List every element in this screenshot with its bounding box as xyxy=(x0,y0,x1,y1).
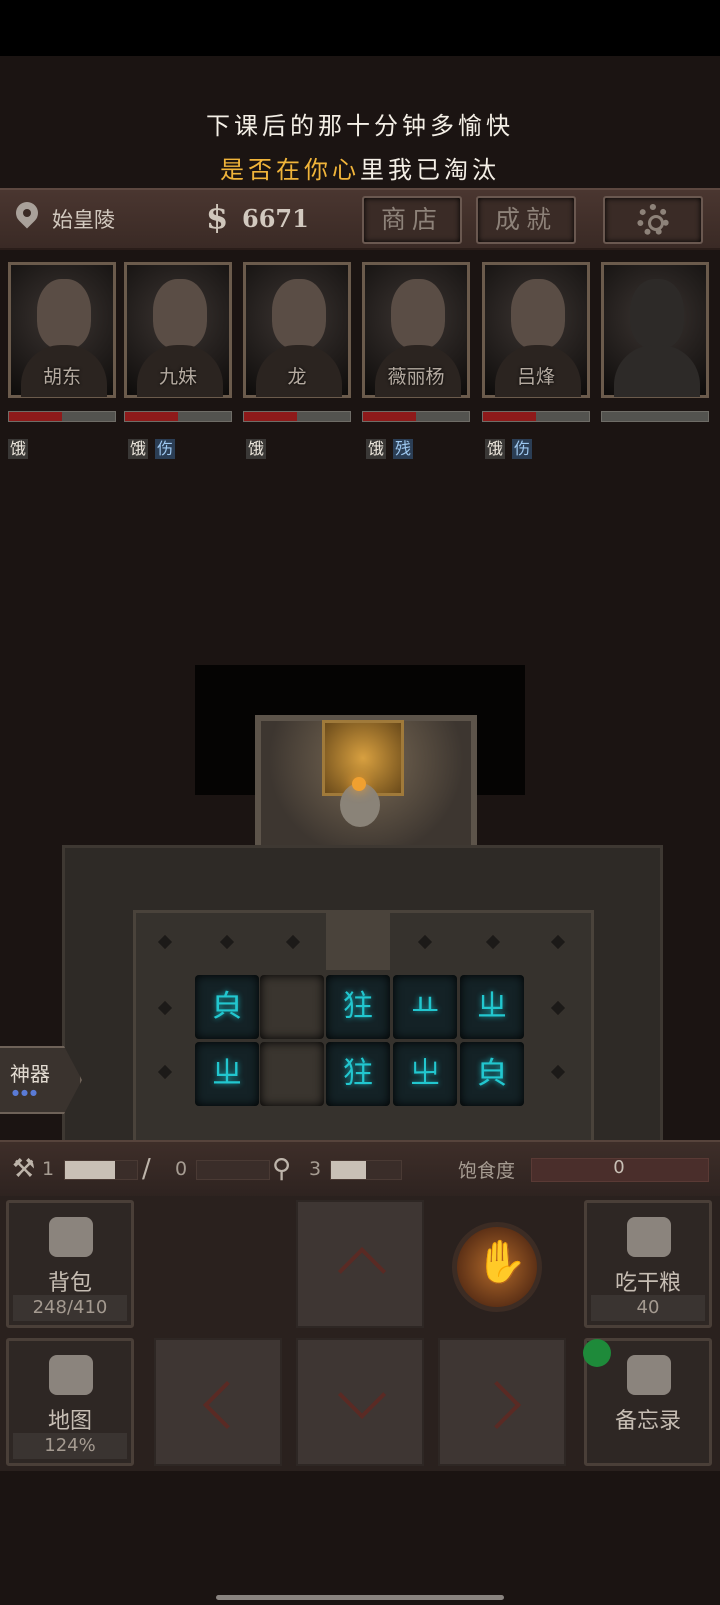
health-bar xyxy=(8,411,116,422)
party-member-3[interactable]: 龙 xyxy=(243,262,351,398)
shovel-bar xyxy=(330,1160,402,1180)
status-badge-hungry: 饿 xyxy=(8,439,29,459)
health-bar xyxy=(482,411,590,422)
shop-button[interactable]: 商店 xyxy=(362,196,462,244)
rune-tile[interactable]: ㄓ xyxy=(460,975,524,1039)
lyric-line-2: 是否在你心里我已淘汰 xyxy=(0,148,720,192)
party-member-5[interactable]: 吕烽 xyxy=(482,262,590,398)
backpack-count: 248/410 xyxy=(13,1295,127,1321)
health-bar xyxy=(601,411,709,422)
torch-count: 1 xyxy=(42,1158,55,1180)
health-fill xyxy=(363,412,416,421)
ration-count: 40 xyxy=(591,1295,705,1321)
party-member-name: 薇丽杨 xyxy=(387,366,445,388)
status-badge-disabled: 残 xyxy=(393,439,414,459)
achievements-button[interactable]: 成就 xyxy=(476,196,576,244)
empty-tile xyxy=(260,975,324,1039)
health-fill xyxy=(125,412,178,421)
status-badge-hungry: 饿 xyxy=(128,439,149,459)
party-member-name: 吕烽 xyxy=(516,366,555,388)
currency-icon: $ xyxy=(206,198,229,236)
dungeon-view: 㒵 㹥 ㅛ ㄓ ㄓ 㹥 㞢 㒵 xyxy=(0,665,720,1146)
arrow-down-icon xyxy=(337,1370,387,1420)
shovel-icon: ⚲ xyxy=(272,1154,292,1184)
health-bar xyxy=(243,411,351,422)
status-badge-hungry: 饿 xyxy=(246,439,267,459)
money-amount: 6671 xyxy=(242,204,309,233)
location-name: 始皇陵 xyxy=(52,208,115,232)
resource-bar: ⚒ 1 ∕ 0 ⚲ 3 饱食度 0 xyxy=(0,1140,720,1200)
party-member-2[interactable]: 九妹 xyxy=(124,262,232,398)
artifact-label: 神器 xyxy=(10,1062,50,1086)
memo-book-icon xyxy=(627,1355,671,1395)
party-member-empty xyxy=(601,262,709,398)
lyrics-overlay: 下课后的那十分钟多愉快 是否在你心里我已淘汰 xyxy=(0,104,720,192)
ration-bag-icon xyxy=(627,1217,671,1257)
backpack-icon xyxy=(49,1217,93,1257)
cracked-tile[interactable] xyxy=(326,910,390,970)
move-left-button[interactable] xyxy=(154,1338,282,1466)
torch-flame-icon xyxy=(352,777,366,791)
map-button[interactable]: 地图 124% xyxy=(6,1338,134,1466)
location-pin-icon xyxy=(11,197,43,229)
lyric-line-2-highlight: 是否在你心 xyxy=(220,156,360,184)
lyric-line-2-rest: 里我已淘汰 xyxy=(360,156,500,184)
health-bar xyxy=(124,411,232,422)
party-member-4[interactable]: 薇丽杨 xyxy=(362,262,470,398)
artifact-charges: ●●● xyxy=(12,1088,39,1097)
move-down-button[interactable] xyxy=(296,1338,424,1466)
backpack-button[interactable]: 背包 248/410 xyxy=(6,1200,134,1328)
notification-dot xyxy=(583,1339,611,1367)
game-status-bar: 始皇陵 $ 6671 商店 成就 xyxy=(0,188,720,250)
move-up-button[interactable] xyxy=(296,1200,424,1328)
satiety-value: 0 xyxy=(613,1157,625,1178)
rune-tile[interactable]: 㹥 xyxy=(326,1042,390,1106)
torch-icon: ⚒ xyxy=(12,1154,36,1184)
status-bar-top xyxy=(0,0,720,56)
map-icon xyxy=(49,1355,93,1395)
shovel-count: 3 xyxy=(309,1158,322,1180)
move-right-button[interactable] xyxy=(438,1338,566,1466)
rune-tile[interactable]: ㅛ xyxy=(393,975,457,1039)
party-member-name: 九妹 xyxy=(158,366,197,388)
settings-button[interactable] xyxy=(603,196,703,244)
status-badge-injured: 伤 xyxy=(155,439,176,459)
party-member-1[interactable]: 胡东 xyxy=(8,262,116,398)
bottom-area xyxy=(0,1471,720,1605)
rune-tile[interactable]: 㹥 xyxy=(326,975,390,1039)
health-fill xyxy=(244,412,297,421)
torch-bar xyxy=(64,1160,138,1180)
health-fill xyxy=(9,412,62,421)
map-label: 地图 xyxy=(47,1409,92,1434)
eat-rations-button[interactable]: 吃干粮 40 xyxy=(584,1200,712,1328)
rune-tile[interactable]: 㒵 xyxy=(460,1042,524,1106)
gear-icon xyxy=(637,204,669,236)
rope-bar xyxy=(196,1160,270,1180)
status-badge-injured: 伤 xyxy=(512,439,533,459)
party-member-name: 龙 xyxy=(287,366,307,388)
arrow-right-icon xyxy=(472,1380,522,1430)
party-member-name: 胡东 xyxy=(42,366,81,388)
eat-label: 吃干粮 xyxy=(614,1271,681,1296)
interact-button[interactable]: ✋ xyxy=(452,1222,542,1312)
arrow-up-icon xyxy=(337,1246,387,1296)
empty-tile xyxy=(260,1042,324,1106)
memo-label: 备忘录 xyxy=(614,1409,681,1434)
hand-icon: ✋ xyxy=(475,1237,528,1286)
satiety-label: 饱食度 xyxy=(458,1160,516,1182)
arrow-left-icon xyxy=(202,1380,252,1430)
rune-tile[interactable]: 㒵 xyxy=(195,975,259,1039)
health-fill xyxy=(483,412,536,421)
backpack-label: 背包 xyxy=(47,1271,92,1296)
status-badge-hungry: 饿 xyxy=(366,439,387,459)
rope-count: 0 xyxy=(175,1158,188,1180)
status-badge-hungry: 饿 xyxy=(485,439,506,459)
map-percent: 124% xyxy=(13,1433,127,1459)
rune-tile[interactable]: ㄓ xyxy=(195,1042,259,1106)
rune-tile[interactable]: 㞢 xyxy=(393,1042,457,1106)
health-bar xyxy=(362,411,470,422)
rope-icon: ∕ xyxy=(142,1154,151,1184)
home-indicator[interactable] xyxy=(216,1595,504,1600)
lyric-line-1: 下课后的那十分钟多愉快 xyxy=(206,112,514,140)
